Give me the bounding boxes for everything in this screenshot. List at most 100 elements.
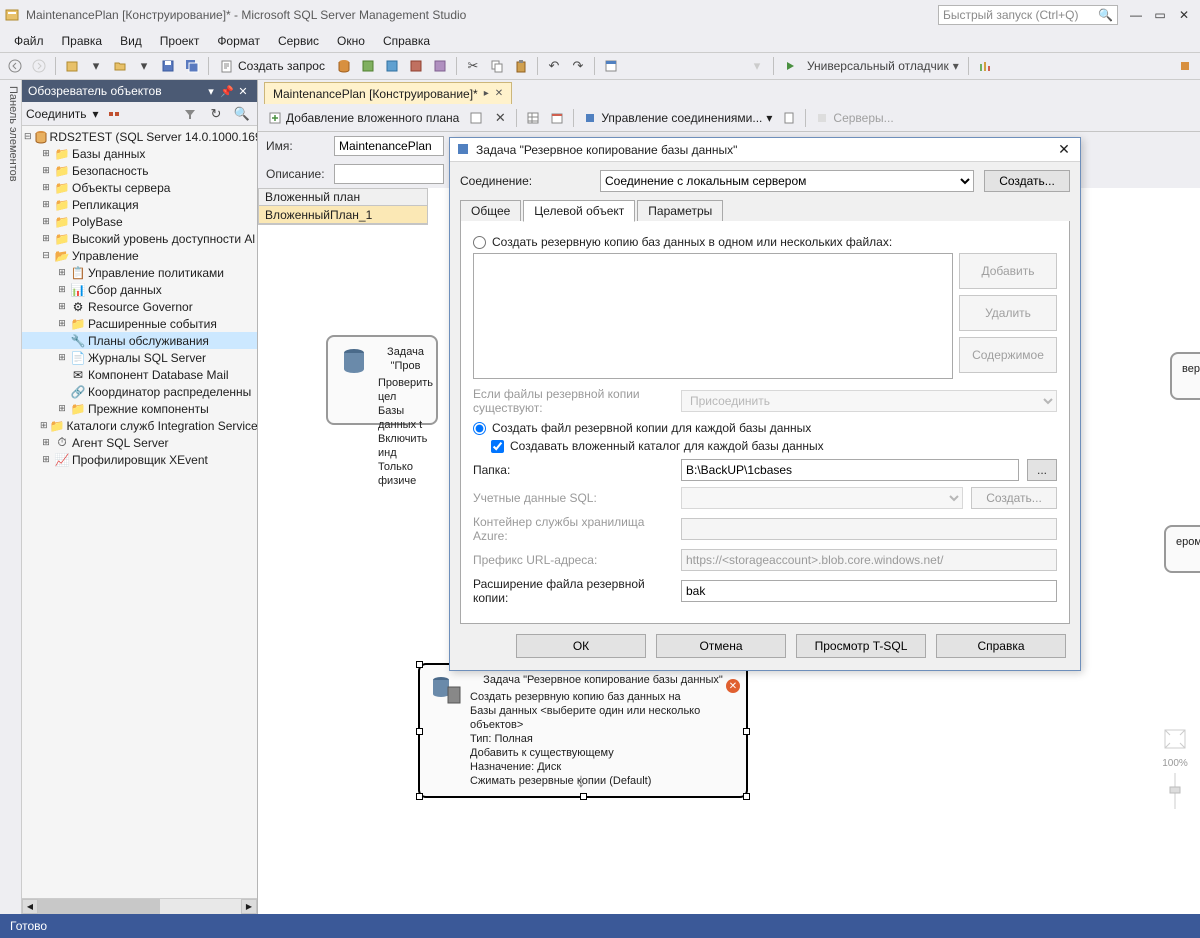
tree-node-databases[interactable]: ⊞📁Базы данных	[22, 145, 257, 162]
scroll-right-button[interactable]: ▶	[241, 899, 257, 914]
oe-search-button[interactable]: 🔍	[231, 103, 253, 125]
panel-pin-button[interactable]: 📌	[219, 83, 235, 99]
filter-button[interactable]	[179, 103, 201, 125]
extension-input[interactable]	[681, 580, 1057, 602]
activity-monitor-icon[interactable]	[974, 55, 996, 77]
tree-node-dtc[interactable]: 🔗Координатор распределенны	[22, 383, 257, 400]
name-input[interactable]	[334, 136, 444, 156]
paste-button[interactable]	[510, 55, 532, 77]
manage-connections-button[interactable]: Управление соединениями... ▾	[579, 107, 776, 129]
resize-handle[interactable]	[743, 793, 750, 800]
column-grid-icon[interactable]	[522, 107, 544, 129]
disconnect-button[interactable]	[103, 103, 125, 125]
radio-per-database[interactable]	[473, 422, 486, 435]
resize-handle[interactable]	[416, 661, 423, 668]
tree-node-data-collection[interactable]: ⊞📊Сбор данных	[22, 281, 257, 298]
new-item-dropdown[interactable]: ▾	[85, 55, 107, 77]
help-button[interactable]: Справка	[936, 634, 1066, 658]
toolbox-tab[interactable]: Панель элементов	[0, 80, 22, 914]
tree-node-resource-governor[interactable]: ⊞⚙Resource Governor	[22, 298, 257, 315]
tree-node-policy-mgmt[interactable]: ⊞📋Управление политиками	[22, 264, 257, 281]
schedule-button[interactable]	[546, 107, 568, 129]
description-input[interactable]	[334, 164, 444, 184]
tree-node-polybase[interactable]: ⊞📁PolyBase	[22, 213, 257, 230]
save-button[interactable]	[157, 55, 179, 77]
zoom-indicator[interactable]: 100%	[1156, 725, 1194, 816]
zoom-slider-icon[interactable]	[1160, 769, 1190, 813]
task-peek-1[interactable]: вер	[1170, 352, 1200, 400]
properties-button[interactable]	[600, 55, 622, 77]
new-project-button[interactable]	[61, 55, 83, 77]
tree-node-security[interactable]: ⊞📁Безопасность	[22, 162, 257, 179]
open-dropdown[interactable]: ▾	[133, 55, 155, 77]
flow-arrow-icon[interactable]: ↓	[576, 770, 586, 793]
new-query-button[interactable]: Создать запрос	[214, 55, 331, 77]
subplan-row[interactable]: ВложенныйПлан_1	[258, 206, 428, 224]
tree-node-sql-agent[interactable]: ⊞⏱Агент SQL Server	[22, 434, 257, 451]
as-query-icon[interactable]	[357, 55, 379, 77]
open-file-button[interactable]	[109, 55, 131, 77]
tree-node-server-objects[interactable]: ⊞📁Объекты сервера	[22, 179, 257, 196]
xmla-query-icon[interactable]	[429, 55, 451, 77]
tab-close-button[interactable]: ✕	[495, 88, 503, 99]
scroll-left-button[interactable]: ◀	[22, 899, 38, 914]
tree-node-sql-logs[interactable]: ⊞📄Журналы SQL Server	[22, 349, 257, 366]
resize-handle[interactable]	[416, 728, 423, 735]
menu-help[interactable]: Справка	[375, 32, 438, 50]
tree-node-db-mail[interactable]: ✉Компонент Database Mail	[22, 366, 257, 383]
menu-project[interactable]: Проект	[152, 32, 208, 50]
menu-service[interactable]: Сервис	[270, 32, 327, 50]
tree-node-replication[interactable]: ⊞📁Репликация	[22, 196, 257, 213]
tab-general[interactable]: Общее	[460, 200, 521, 221]
tree-node-high-availability[interactable]: ⊞📁Высокий уровень доступности Al	[22, 230, 257, 247]
add-subplan-button[interactable]: Добавление вложенного плана	[264, 107, 463, 129]
horizontal-scrollbar[interactable]: ◀ ▶	[22, 898, 257, 914]
browse-folder-button[interactable]: ...	[1027, 459, 1057, 481]
tree-node-extended-events[interactable]: ⊞📁Расширенные события	[22, 315, 257, 332]
tree-server-node[interactable]: ⊟RDS2TEST (SQL Server 14.0.1000.169 - A	[22, 128, 257, 145]
cut-button[interactable]: ✂	[462, 55, 484, 77]
dmx-query-icon[interactable]	[405, 55, 427, 77]
execute-button[interactable]	[779, 55, 801, 77]
tree-node-is-catalogs[interactable]: ⊞📁Каталоги служб Integration Service	[22, 417, 257, 434]
menu-format[interactable]: Формат	[209, 32, 268, 50]
scroll-thumb[interactable]	[38, 899, 160, 914]
nav-back-button[interactable]	[4, 55, 26, 77]
resize-handle[interactable]	[416, 793, 423, 800]
checkbox-create-subfolder[interactable]	[491, 440, 504, 453]
menu-window[interactable]: Окно	[329, 32, 373, 50]
refresh-button[interactable]: ↻	[205, 103, 227, 125]
task-peek-2[interactable]: ером	[1164, 525, 1200, 573]
mdx-query-icon[interactable]	[381, 55, 403, 77]
subplan-properties-button[interactable]	[465, 107, 487, 129]
close-button[interactable]: ✕	[1172, 4, 1196, 26]
resize-handle[interactable]	[580, 793, 587, 800]
db-engine-query-icon[interactable]	[333, 55, 355, 77]
dialog-titlebar[interactable]: Задача "Резервное копирование базы данны…	[450, 138, 1080, 162]
maximize-button[interactable]: ▭	[1148, 4, 1172, 26]
quick-launch-input[interactable]: Быстрый запуск (Ctrl+Q) 🔍	[938, 5, 1118, 25]
panel-close-button[interactable]: ✕	[235, 83, 251, 99]
subplan-column-header[interactable]: Вложенный план	[258, 188, 428, 206]
tab-target[interactable]: Целевой объект	[523, 200, 635, 222]
connect-dropdown-icon[interactable]: ▾	[93, 107, 99, 121]
menu-edit[interactable]: Правка	[54, 32, 111, 50]
resize-handle[interactable]	[743, 728, 750, 735]
debugger-dropdown[interactable]: Универсальный отладчик ▾	[803, 55, 963, 77]
connection-select[interactable]: Соединение с локальным сервером	[600, 170, 974, 192]
object-tree[interactable]: ⊟RDS2TEST (SQL Server 14.0.1000.169 - A …	[22, 126, 257, 898]
toolbar-overflow-icon[interactable]	[1174, 55, 1196, 77]
tree-node-legacy[interactable]: ⊞📁Прежние компоненты	[22, 400, 257, 417]
tab-preview-icon[interactable]: ▸	[484, 88, 489, 99]
menu-view[interactable]: Вид	[112, 32, 150, 50]
tab-parameters[interactable]: Параметры	[637, 200, 723, 221]
cancel-button[interactable]: Отмена	[656, 634, 786, 658]
panel-dropdown-button[interactable]: ▾	[203, 83, 219, 99]
files-listbox[interactable]	[473, 253, 953, 379]
radio-backup-files[interactable]	[473, 236, 486, 249]
redo-button[interactable]: ↷	[567, 55, 589, 77]
dialog-close-button[interactable]: ✕	[1054, 141, 1074, 158]
folder-input[interactable]	[681, 459, 1019, 481]
create-connection-button[interactable]: Создать...	[984, 170, 1070, 192]
minimize-button[interactable]: —	[1124, 4, 1148, 26]
